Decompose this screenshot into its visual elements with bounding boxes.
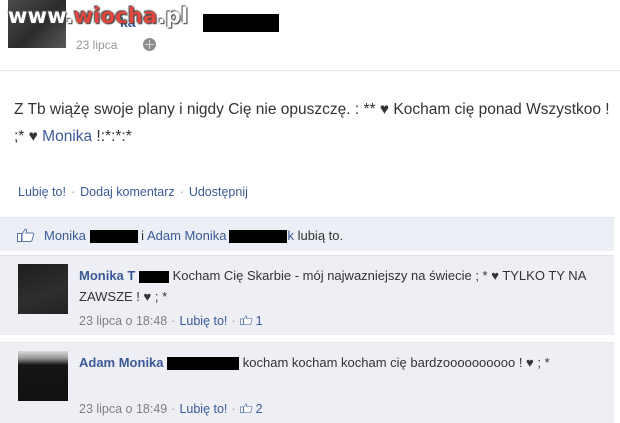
comment-like-count[interactable]: 1	[239, 314, 263, 328]
site-watermark: www.wiocha.pl	[8, 4, 189, 28]
divider	[0, 70, 620, 71]
redaction-bar	[203, 14, 279, 32]
redaction-bar	[167, 357, 240, 371]
comment-like-link[interactable]: Lubię to!	[179, 402, 227, 416]
comment-meta: 23 lipca o 18:49 · Lubię to! · 2	[79, 402, 263, 416]
commenter-avatar[interactable]	[18, 264, 68, 314]
comment-link[interactable]: Dodaj komentarz	[80, 185, 175, 199]
post-actions: Lubię to! · Dodaj komentarz · Udostępnij	[18, 185, 248, 199]
redaction-bar	[229, 230, 288, 244]
comment-timestamp[interactable]: 23 lipca o 18:49	[79, 402, 167, 416]
commenter-name[interactable]: Adam Monika	[79, 355, 164, 370]
post-date[interactable]: 23 lipca	[76, 38, 117, 52]
comment-like-count[interactable]: 2	[239, 402, 263, 416]
redaction-bar	[138, 270, 169, 283]
mention-link[interactable]: Monika	[42, 128, 92, 145]
comment-item: Adam Monika kocham kocham kocham cię bar…	[0, 342, 614, 423]
thumbs-up-icon	[17, 228, 35, 242]
likes-text: Monika i Adam Monika k lubią to.	[44, 228, 344, 244]
globe-icon	[143, 38, 156, 51]
liker-2-link[interactable]: Adam Monika	[147, 228, 226, 243]
commenter-avatar[interactable]	[18, 351, 68, 401]
comment-timestamp[interactable]: 23 lipca o 18:48	[79, 314, 167, 328]
likes-summary: Monika i Adam Monika k lubią to.	[0, 217, 614, 251]
comment-meta: 23 lipca o 18:48 · Lubię to! · 1	[79, 314, 263, 328]
liker-1-link[interactable]: Monika	[44, 228, 86, 243]
like-link[interactable]: Lubię to!	[18, 185, 66, 199]
comment-text: Monika T Kocham Cię Skarbie - mój najwaz…	[79, 268, 586, 304]
comment-like-link[interactable]: Lubię to!	[179, 314, 227, 328]
post-body: Z Tb wiążę swoje plany i nigdy Cię nie o…	[14, 101, 610, 145]
thumbs-up-icon	[239, 315, 252, 326]
redaction-bar	[89, 230, 138, 244]
comment-item: Monika T Kocham Cię Skarbie - mój najwaz…	[0, 255, 614, 335]
comment-text: Adam Monika kocham kocham kocham cię bar…	[79, 355, 550, 371]
thumbs-up-icon	[239, 403, 252, 414]
commenter-name[interactable]: Monika T	[79, 268, 135, 283]
share-link[interactable]: Udostępnij	[189, 185, 248, 199]
